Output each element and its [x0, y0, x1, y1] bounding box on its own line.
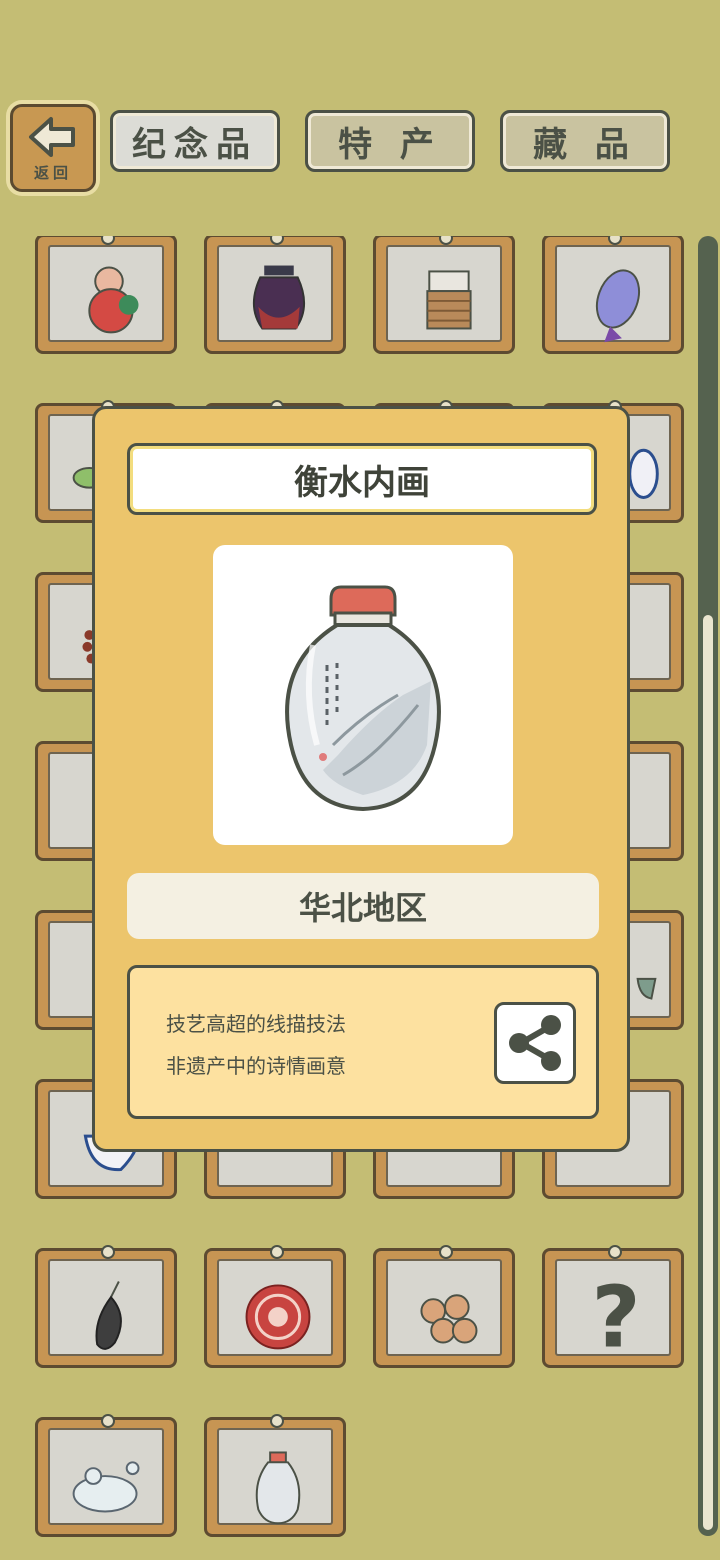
item-slot	[217, 1259, 333, 1356]
tab-souvenirs[interactable]: 纪念品	[110, 110, 280, 172]
collection-item[interactable]: ?	[542, 1245, 684, 1368]
collection-item[interactable]	[35, 1414, 177, 1537]
item-image	[213, 545, 513, 845]
description-line: 非遗产中的诗情画意	[166, 1054, 346, 1078]
share-icon	[509, 1015, 561, 1071]
jade-frog-icon	[72, 1461, 140, 1513]
hook-icon	[608, 236, 622, 245]
tab-label: 纪念品	[132, 124, 258, 165]
item-name: 衡水内画	[127, 443, 597, 515]
item-description: 技艺高超的线描技法 非遗产中的诗情画意	[127, 965, 599, 1119]
collection-item[interactable]	[35, 236, 177, 354]
tab-specialties[interactable]: 特 产	[305, 110, 475, 172]
item-slot	[555, 245, 671, 343]
item-detail-dialog: 衡水内画 华北地区 技艺高超的线描技法 非遗产中的诗情画意	[92, 406, 630, 1152]
item-slot	[48, 1428, 164, 1525]
item-slot: ?	[555, 1259, 671, 1366]
back-button[interactable]: 返回	[10, 104, 96, 192]
collection-item[interactable]	[542, 236, 684, 354]
collection-item[interactable]	[204, 1414, 346, 1537]
snuff-bottle-icon	[285, 585, 441, 812]
description-line: 技艺高超的线描技法	[166, 1012, 346, 1036]
black-stone-pendant-icon	[95, 1281, 122, 1350]
hook-icon	[439, 236, 453, 245]
clay-figure-icon	[88, 266, 139, 334]
item-slot	[217, 245, 333, 342]
tab-label: 藏 品	[533, 124, 637, 165]
collection-item[interactable]	[204, 236, 346, 354]
item-slot	[48, 1259, 164, 1356]
cloisonne-vase-icon	[595, 269, 641, 343]
svg-text:?: ?	[591, 1268, 640, 1361]
black-pot-icon	[252, 265, 306, 330]
back-arrow-icon	[29, 117, 75, 157]
item-slot	[386, 245, 502, 342]
share-button[interactable]	[494, 1002, 576, 1084]
tab-collectibles[interactable]: 藏 品	[500, 110, 670, 172]
wicker-cup-icon	[426, 270, 472, 330]
hook-icon	[101, 1414, 115, 1428]
hook-icon	[608, 1245, 622, 1259]
back-label: 返回	[33, 164, 72, 182]
item-slot	[48, 245, 164, 342]
item-region: 华北地区	[127, 873, 599, 939]
collection-item[interactable]	[35, 1245, 177, 1368]
red-paper-cut-icon	[245, 1284, 311, 1350]
item-slot	[386, 1259, 502, 1356]
item-slot	[217, 1428, 333, 1525]
hook-icon	[101, 236, 115, 245]
unknown-question-icon: ?	[591, 1268, 640, 1366]
collection-item[interactable]	[204, 1245, 346, 1368]
snuff-bottle-icon	[255, 1451, 301, 1525]
hook-icon	[439, 1245, 453, 1259]
hook-icon	[101, 1245, 115, 1259]
tab-label: 特 产	[338, 124, 442, 165]
scrollbar-thumb[interactable]	[703, 615, 713, 1530]
hook-icon	[270, 1245, 284, 1259]
hook-icon	[270, 1414, 284, 1428]
collection-item[interactable]	[373, 1245, 515, 1368]
hook-icon	[270, 236, 284, 245]
collection-item[interactable]	[373, 236, 515, 354]
dough-rabbits-icon	[420, 1294, 478, 1344]
